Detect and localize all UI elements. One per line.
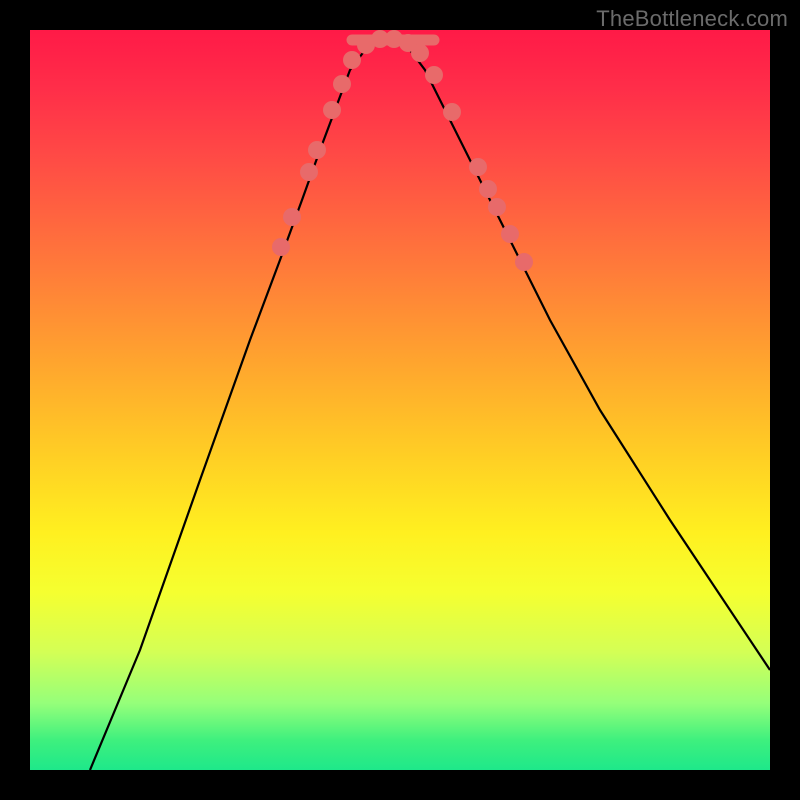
highlight-dot [333,75,351,93]
highlight-dot [443,103,461,121]
plot-area [30,30,770,770]
highlight-dot [300,163,318,181]
curve-svg [30,30,770,770]
highlight-dot [283,208,301,226]
highlight-dot [272,238,290,256]
highlight-dot [515,253,533,271]
chart-frame: TheBottleneck.com [0,0,800,800]
highlight-dot [323,101,341,119]
watermark-label: TheBottleneck.com [596,6,788,32]
highlight-dot [308,141,326,159]
highlight-dot [501,225,519,243]
highlight-dots [272,30,533,271]
highlight-dot [479,180,497,198]
bottleneck-curve [90,40,770,770]
highlight-dot [469,158,487,176]
highlight-dot [488,198,506,216]
highlight-dot [343,51,361,69]
highlight-dot [425,66,443,84]
highlight-dot [411,44,429,62]
